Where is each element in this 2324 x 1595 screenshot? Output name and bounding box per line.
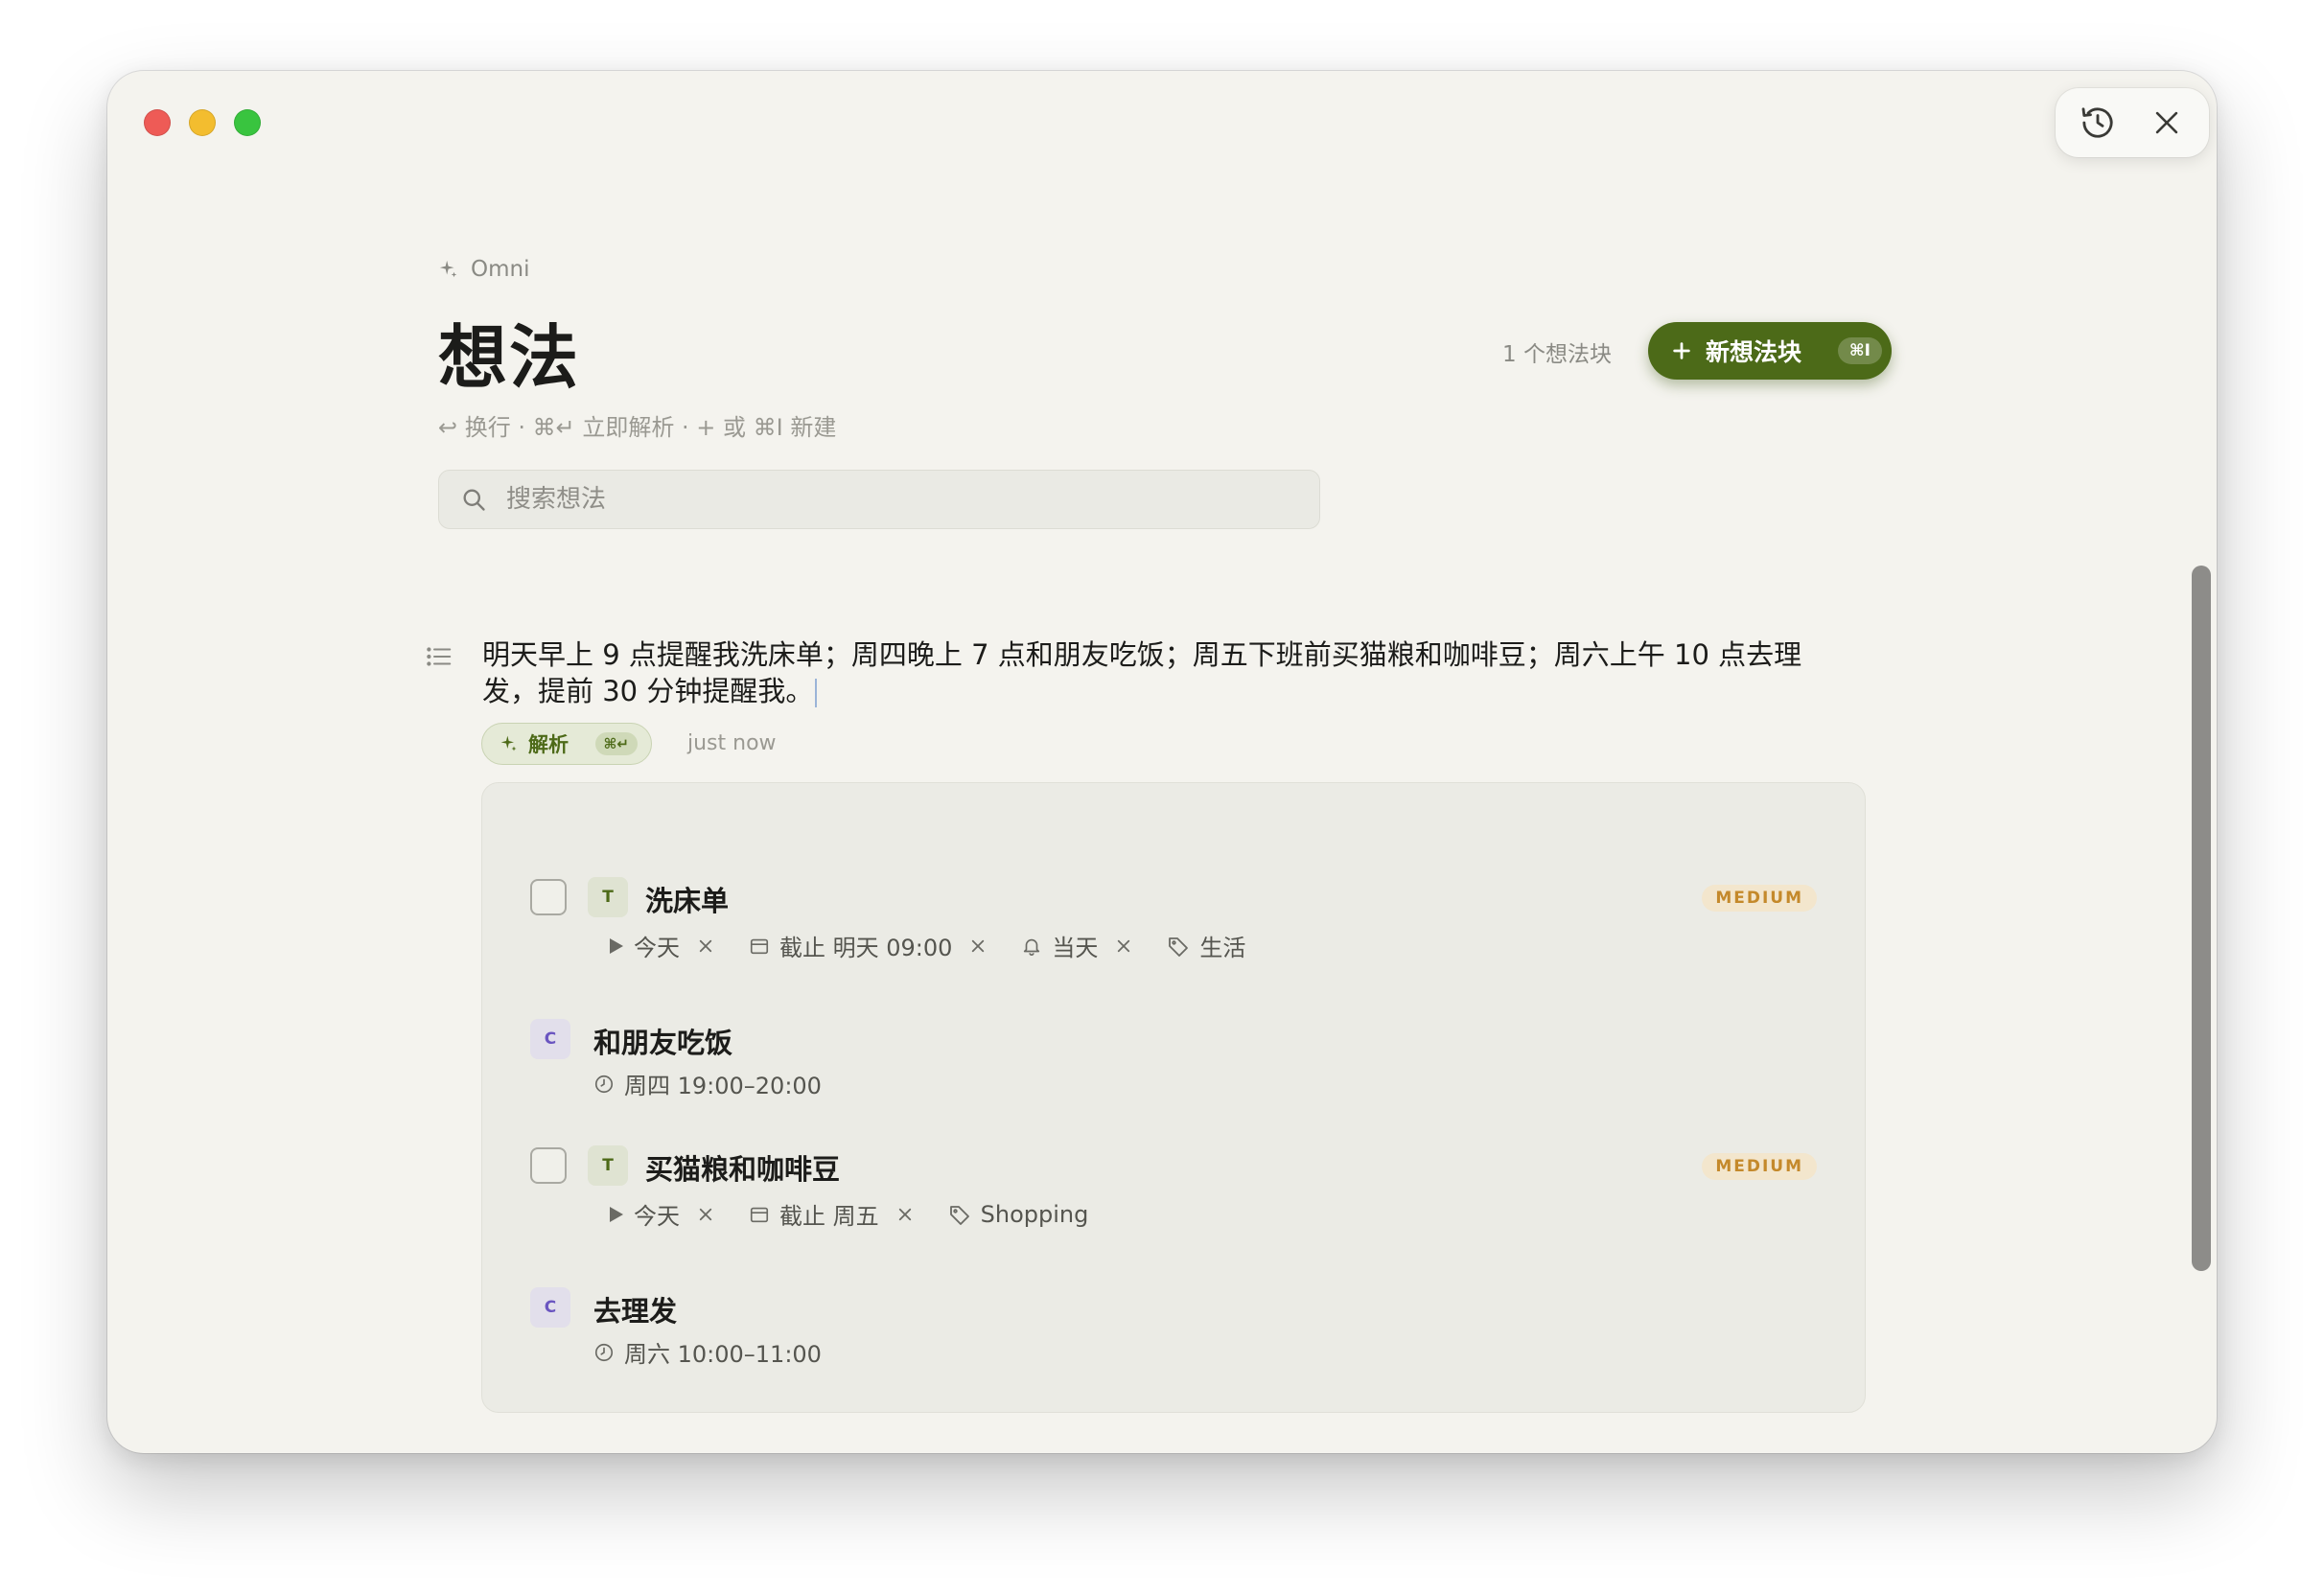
close-icon [898, 1208, 911, 1220]
task-attributes: 今天 截止 明天 09:00 当天 生活 [609, 929, 1280, 962]
task-type-badge: T [588, 1145, 628, 1186]
close-icon [972, 939, 985, 952]
play-icon [610, 937, 623, 954]
search-icon [463, 489, 485, 511]
task-title[interactable]: 买猫粮和咖啡豆 [645, 1147, 840, 1188]
event-time[interactable]: 周四 19:00–20:00 [593, 1067, 822, 1100]
start-chip[interactable]: 今天 [609, 1197, 714, 1231]
remove-due-button[interactable] [969, 937, 987, 955]
calendar-icon [750, 1207, 769, 1222]
due-label: 截止 周五 [779, 1203, 879, 1230]
new-block-shortcut: ⌘I [1837, 337, 1882, 364]
tag-chip[interactable]: Shopping [948, 1200, 1089, 1228]
window-controls [144, 109, 261, 136]
remove-due-button[interactable] [896, 1206, 914, 1223]
event-time-label: 周六 10:00–11:00 [624, 1341, 822, 1368]
tag-icon [949, 1205, 969, 1225]
due-label: 截止 明天 09:00 [779, 935, 953, 961]
block-count: 1 个想法块 [1502, 342, 1612, 367]
minimize-window-button[interactable] [189, 109, 216, 136]
close-icon [1118, 939, 1130, 952]
task-type-badge: T [588, 877, 628, 917]
close-window-button[interactable] [144, 109, 171, 136]
block-timestamp: just now [687, 731, 777, 755]
zoom-window-button[interactable] [234, 109, 261, 136]
event-time[interactable]: 周六 10:00–11:00 [593, 1335, 822, 1369]
tag-label: Shopping [980, 1200, 1089, 1228]
clock-icon [594, 1343, 614, 1361]
priority-badge[interactable]: MEDIUM [1702, 1153, 1817, 1180]
plus-icon [1673, 342, 1690, 359]
bell-icon [1024, 938, 1040, 956]
idea-text[interactable]: 明天早上 9 点提醒我洗床单；周四晚上 7 点和朋友吃饭；周五下班前买猫粮和咖啡… [482, 636, 1853, 709]
parse-shortcut: ⌘↵ [594, 732, 638, 755]
parse-label: 解析 [528, 733, 569, 756]
reminder-label: 当天 [1052, 935, 1099, 961]
start-label: 今天 [634, 935, 680, 961]
event-title[interactable]: 去理发 [593, 1289, 677, 1329]
search-input[interactable] [504, 484, 1294, 515]
idea-text-content: 明天早上 9 点提醒我洗床单；周四晚上 7 点和朋友吃饭；周五下班前买猫粮和咖啡… [482, 638, 1802, 707]
top-actions [2056, 88, 2209, 157]
remove-start-button[interactable] [697, 937, 714, 955]
play-icon [610, 1206, 623, 1222]
close-icon [699, 1208, 712, 1220]
close-icon [699, 939, 712, 952]
priority-badge[interactable]: MEDIUM [1702, 885, 1817, 912]
task-checkbox[interactable] [530, 1147, 567, 1184]
scrollbar-thumb[interactable] [2192, 566, 2211, 1271]
remove-start-button[interactable] [697, 1206, 714, 1223]
start-label: 今天 [634, 1203, 680, 1230]
reminder-chip[interactable]: 当天 [1021, 929, 1132, 962]
history-icon [2081, 107, 2113, 138]
calendar-icon [750, 938, 769, 954]
task-checkbox[interactable] [530, 879, 567, 915]
calendar-type-badge: C [530, 1287, 570, 1328]
due-chip[interactable]: 截止 周五 [749, 1197, 914, 1231]
brand: Omni [438, 257, 529, 282]
remove-reminder-button[interactable] [1115, 937, 1132, 955]
sparkle-icon [500, 735, 517, 751]
start-chip[interactable]: 今天 [609, 929, 714, 962]
new-block-label: 新想法块 [1706, 338, 1802, 366]
text-caret [815, 679, 818, 707]
page-title: 想法 [438, 317, 581, 398]
calendar-type-badge: C [530, 1019, 570, 1059]
list-icon [427, 647, 452, 666]
event-title[interactable]: 和朋友吃饭 [593, 1021, 732, 1061]
due-chip[interactable]: 截止 明天 09:00 [749, 929, 987, 962]
close-icon [2155, 111, 2178, 134]
history-button[interactable] [2077, 102, 2119, 144]
brand-name: Omni [471, 257, 530, 282]
new-block-button[interactable]: 新想法块 ⌘I [1648, 322, 1892, 380]
app-window: Omni 想法 ↩ 换行 · ⌘↵ 立即解析 · + 或 ⌘I 新建 1 个想法… [107, 71, 2217, 1453]
tag-label: 生活 [1199, 935, 1246, 961]
block-handle[interactable] [425, 642, 453, 675]
search-bar [438, 470, 1320, 529]
close-button[interactable] [2146, 102, 2188, 144]
event-time-label: 周四 19:00–20:00 [624, 1073, 822, 1099]
task-title[interactable]: 洗床单 [645, 879, 729, 919]
tag-icon [1169, 936, 1189, 957]
tag-chip[interactable]: 生活 [1167, 929, 1245, 962]
parse-button[interactable]: 解析 ⌘↵ [481, 723, 652, 765]
sparkle-icon [439, 260, 457, 278]
keyboard-hint: ↩ 换行 · ⌘↵ 立即解析 · + 或 ⌘I 新建 [438, 414, 837, 441]
parsed-results: T 洗床单 MEDIUM 今天 截止 明天 09:00 当天 生活 C 和朋友吃… [481, 782, 1866, 1413]
clock-icon [594, 1075, 614, 1093]
task-attributes: 今天 截止 周五 Shopping [609, 1197, 1123, 1231]
